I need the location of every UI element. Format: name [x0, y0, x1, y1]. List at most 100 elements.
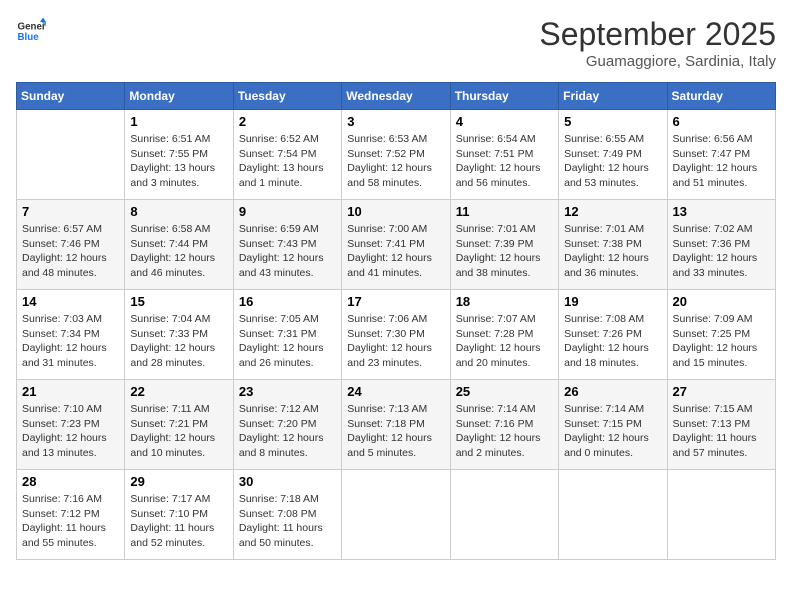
day-info: Sunrise: 6:53 AMSunset: 7:52 PMDaylight:… [347, 132, 444, 191]
day-number: 29 [130, 474, 227, 489]
day-number: 2 [239, 114, 336, 129]
calendar-cell: 8 Sunrise: 6:58 AMSunset: 7:44 PMDaylight… [125, 200, 233, 290]
svg-text:General: General [18, 22, 47, 33]
month-title: September 2025 [539, 16, 776, 53]
calendar-cell: 13Sunrise: 7:02 AMSunset: 7:36 PMDayligh… [667, 200, 775, 290]
day-header-wednesday: Wednesday [342, 83, 450, 110]
day-info: Sunrise: 7:09 AMSunset: 7:25 PMDaylight:… [673, 312, 770, 371]
day-number: 6 [673, 114, 770, 129]
day-info: Sunrise: 6:58 AMSunset: 7:44 PMDaylight:… [130, 222, 227, 281]
day-number: 25 [456, 384, 553, 399]
day-info: Sunrise: 7:13 AMSunset: 7:18 PMDaylight:… [347, 402, 444, 461]
week-row-4: 21 Sunrise: 7:10 AMSunset: 7:23 PMDayligh… [17, 380, 776, 470]
week-row-5: 28Sunrise: 7:16 AMSunset: 7:12 PMDayligh… [17, 470, 776, 560]
calendar-cell [17, 110, 125, 200]
calendar-cell [342, 470, 450, 560]
day-info: Sunrise: 7:17 AMSunset: 7:10 PMDaylight:… [130, 492, 227, 551]
day-number: 24 [347, 384, 444, 399]
week-row-1: 1Sunrise: 6:51 AMSunset: 7:55 PMDaylight… [17, 110, 776, 200]
day-info: Sunrise: 7:14 AMSunset: 7:16 PMDaylight:… [456, 402, 553, 461]
calendar-cell: 16 Sunrise: 7:05 AMSunset: 7:31 PMDayligh… [233, 290, 341, 380]
day-info: Sunrise: 7:00 AMSunset: 7:41 PMDaylight:… [347, 222, 444, 281]
day-info: Sunrise: 7:07 AMSunset: 7:28 PMDaylight:… [456, 312, 553, 371]
week-row-3: 14 Sunrise: 7:03 AMSunset: 7:34 PMDayligh… [17, 290, 776, 380]
day-header-saturday: Saturday [667, 83, 775, 110]
day-info: Sunrise: 7:15 AMSunset: 7:13 PMDaylight:… [673, 402, 770, 461]
day-info: Sunrise: 6:59 AMSunset: 7:43 PMDaylight:… [239, 222, 336, 281]
calendar-cell: 21 Sunrise: 7:10 AMSunset: 7:23 PMDayligh… [17, 380, 125, 470]
day-info: Sunrise: 6:55 AMSunset: 7:49 PMDaylight:… [564, 132, 661, 191]
day-number: 11 [456, 204, 553, 219]
day-number: 7 [22, 204, 119, 219]
calendar-cell: 19 Sunrise: 7:08 AMSunset: 7:26 PMDayligh… [559, 290, 667, 380]
calendar-cell: 5Sunrise: 6:55 AMSunset: 7:49 PMDaylight… [559, 110, 667, 200]
location: Guamaggiore, Sardinia, Italy [539, 53, 776, 70]
calendar-cell: 11 Sunrise: 7:01 AMSunset: 7:39 PMDayligh… [450, 200, 558, 290]
day-number: 19 [564, 294, 661, 309]
calendar-cell: 30Sunrise: 7:18 AMSunset: 7:08 PMDayligh… [233, 470, 341, 560]
calendar-cell: 22 Sunrise: 7:11 AMSunset: 7:21 PMDayligh… [125, 380, 233, 470]
day-header-monday: Monday [125, 83, 233, 110]
day-info: Sunrise: 7:12 AMSunset: 7:20 PMDaylight:… [239, 402, 336, 461]
day-number: 14 [22, 294, 119, 309]
calendar-cell: 24 Sunrise: 7:13 AMSunset: 7:18 PMDayligh… [342, 380, 450, 470]
title-block: September 2025 Guamaggiore, Sardinia, It… [539, 16, 776, 70]
day-number: 22 [130, 384, 227, 399]
calendar-cell: 26Sunrise: 7:14 AMSunset: 7:15 PMDayligh… [559, 380, 667, 470]
logo: General Blue [16, 16, 46, 46]
calendar-cell: 27 Sunrise: 7:15 AMSunset: 7:13 PMDayligh… [667, 380, 775, 470]
svg-text:Blue: Blue [18, 32, 40, 43]
day-number: 15 [130, 294, 227, 309]
calendar-cell [450, 470, 558, 560]
calendar-cell: 1Sunrise: 6:51 AMSunset: 7:55 PMDaylight… [125, 110, 233, 200]
logo-icon: General Blue [16, 16, 46, 46]
day-number: 26 [564, 384, 661, 399]
calendar-cell: 14 Sunrise: 7:03 AMSunset: 7:34 PMDayligh… [17, 290, 125, 380]
day-info: Sunrise: 7:03 AMSunset: 7:34 PMDaylight:… [22, 312, 119, 371]
day-info: Sunrise: 7:01 AMSunset: 7:39 PMDaylight:… [456, 222, 553, 281]
day-number: 16 [239, 294, 336, 309]
day-info: Sunrise: 7:06 AMSunset: 7:30 PMDaylight:… [347, 312, 444, 371]
day-number: 4 [456, 114, 553, 129]
day-number: 12 [564, 204, 661, 219]
calendar-cell: 4 Sunrise: 6:54 AMSunset: 7:51 PMDaylight… [450, 110, 558, 200]
calendar-cell: 23 Sunrise: 7:12 AMSunset: 7:20 PMDayligh… [233, 380, 341, 470]
day-info: Sunrise: 6:52 AMSunset: 7:54 PMDaylight:… [239, 132, 336, 191]
day-header-friday: Friday [559, 83, 667, 110]
day-number: 18 [456, 294, 553, 309]
day-number: 9 [239, 204, 336, 219]
day-info: Sunrise: 6:56 AMSunset: 7:47 PMDaylight:… [673, 132, 770, 191]
calendar-cell: 12 Sunrise: 7:01 AMSunset: 7:38 PMDayligh… [559, 200, 667, 290]
day-number: 20 [673, 294, 770, 309]
calendar-cell: 20 Sunrise: 7:09 AMSunset: 7:25 PMDayligh… [667, 290, 775, 380]
day-info: Sunrise: 7:05 AMSunset: 7:31 PMDaylight:… [239, 312, 336, 371]
day-header-thursday: Thursday [450, 83, 558, 110]
calendar-cell: 7 Sunrise: 6:57 AMSunset: 7:46 PMDaylight… [17, 200, 125, 290]
day-number: 13 [673, 204, 770, 219]
calendar-cell: 3 Sunrise: 6:53 AMSunset: 7:52 PMDaylight… [342, 110, 450, 200]
day-number: 28 [22, 474, 119, 489]
day-info: Sunrise: 7:11 AMSunset: 7:21 PMDaylight:… [130, 402, 227, 461]
day-info: Sunrise: 7:18 AMSunset: 7:08 PMDaylight:… [239, 492, 336, 551]
calendar-cell: 10Sunrise: 7:00 AMSunset: 7:41 PMDayligh… [342, 200, 450, 290]
day-info: Sunrise: 6:54 AMSunset: 7:51 PMDaylight:… [456, 132, 553, 191]
day-info: Sunrise: 7:04 AMSunset: 7:33 PMDaylight:… [130, 312, 227, 371]
day-number: 17 [347, 294, 444, 309]
day-header-sunday: Sunday [17, 83, 125, 110]
day-number: 1 [130, 114, 227, 129]
day-info: Sunrise: 7:08 AMSunset: 7:26 PMDaylight:… [564, 312, 661, 371]
page-header: General Blue September 2025 Guamaggiore,… [16, 16, 776, 70]
day-number: 21 [22, 384, 119, 399]
calendar-cell [667, 470, 775, 560]
day-info: Sunrise: 7:10 AMSunset: 7:23 PMDaylight:… [22, 402, 119, 461]
day-number: 3 [347, 114, 444, 129]
day-number: 27 [673, 384, 770, 399]
calendar-cell: 25 Sunrise: 7:14 AMSunset: 7:16 PMDayligh… [450, 380, 558, 470]
day-info: Sunrise: 7:01 AMSunset: 7:38 PMDaylight:… [564, 222, 661, 281]
day-info: Sunrise: 6:57 AMSunset: 7:46 PMDaylight:… [22, 222, 119, 281]
calendar-table: SundayMondayTuesdayWednesdayThursdayFrid… [16, 82, 776, 560]
calendar-cell: 6 Sunrise: 6:56 AMSunset: 7:47 PMDaylight… [667, 110, 775, 200]
day-number: 23 [239, 384, 336, 399]
day-number: 8 [130, 204, 227, 219]
calendar-cell: 18 Sunrise: 7:07 AMSunset: 7:28 PMDayligh… [450, 290, 558, 380]
